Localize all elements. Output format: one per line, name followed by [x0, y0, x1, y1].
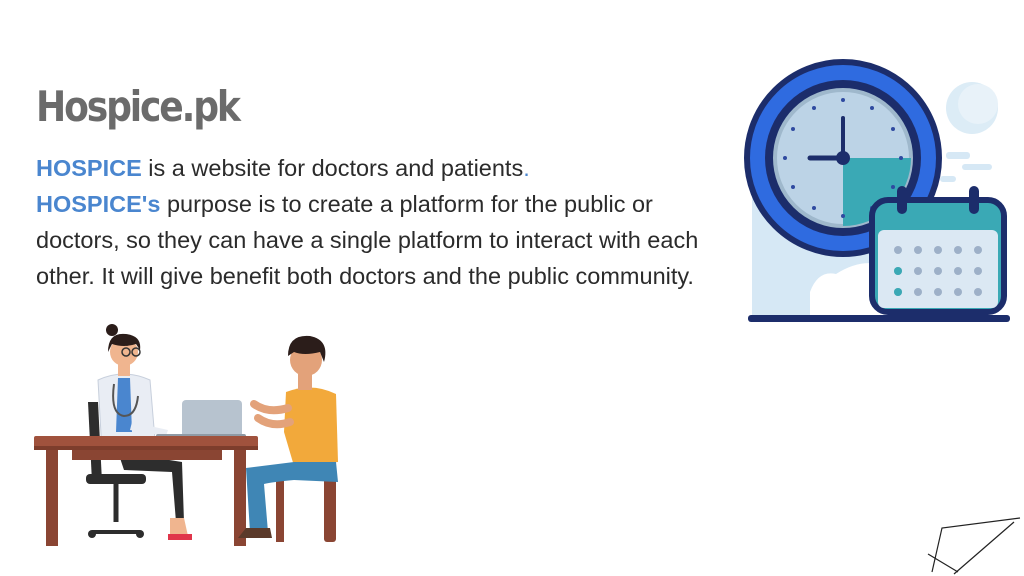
intro-line-1: is a website for doctors and patients [141, 155, 524, 181]
brand-highlight-possessive: HOSPICE's [36, 191, 161, 217]
page-title: Hospice.pk [36, 82, 241, 131]
corner-line-decoration [927, 517, 1021, 575]
intro-paragraph: HOSPICE is a website for doctors and pat… [36, 150, 726, 294]
clock-calendar-illustration [744, 59, 1010, 322]
intro-line-1-dot: . [523, 155, 530, 181]
doctor-patient-consultation-illustration [34, 324, 338, 546]
brand-highlight: HOSPICE [36, 155, 142, 181]
